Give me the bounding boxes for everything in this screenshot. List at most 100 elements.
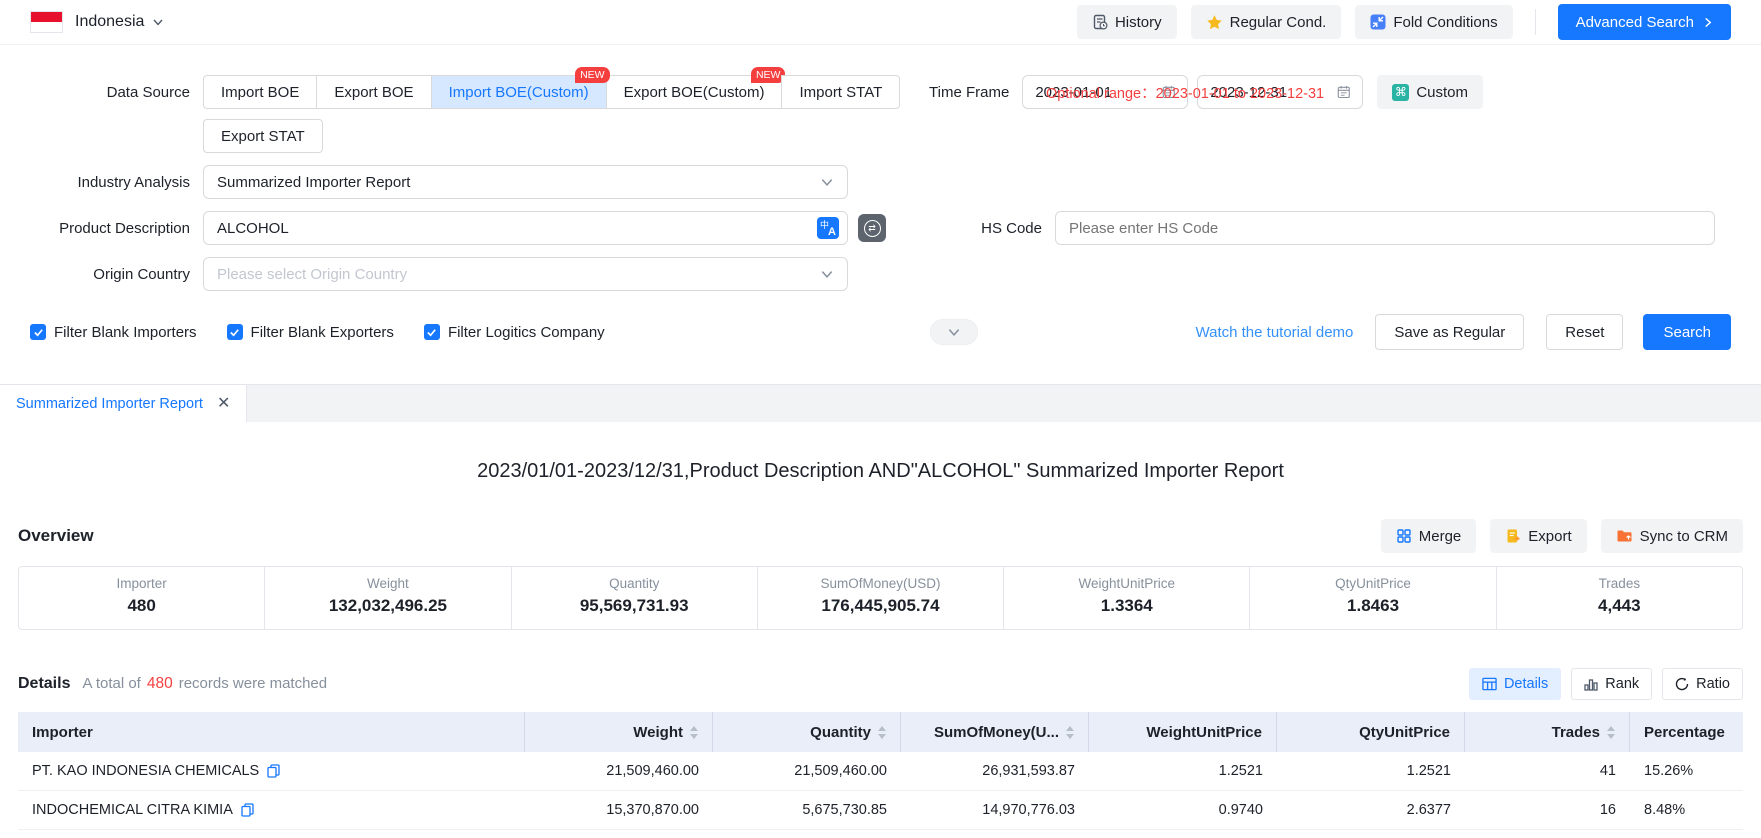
collapse-form-button[interactable] (930, 319, 978, 345)
sum-of-money-cell: 14,970,776.03 (901, 791, 1089, 829)
qty-unit-price-cell: 1.2521 (1277, 752, 1465, 790)
hs-code-label: HS Code (981, 220, 1042, 237)
stat-sum-of-money: SumOfMoney(USD)176,445,905.74 (757, 567, 1003, 629)
importer-name: PT. KAO INDONESIA CHEMICALS (32, 763, 259, 779)
percentage-cell: 15.26% (1630, 752, 1743, 790)
stat-quantity: Quantity95,569,731.93 (511, 567, 757, 629)
industry-analysis-select[interactable]: Summarized Importer Report (203, 165, 848, 199)
col-quantity[interactable]: Quantity (713, 712, 901, 752)
data-source-import-boe[interactable]: Import BOE (203, 75, 317, 109)
details-heading: Details (18, 675, 70, 693)
details-table: Importer Weight Quantity SumOfMoney(U...… (18, 712, 1743, 830)
trades-cell: 16 (1465, 791, 1630, 829)
table-row: PT. KAO INDONESIA CHEMICALS 21,509,460.0… (18, 752, 1743, 791)
search-button[interactable]: Search (1643, 314, 1731, 350)
logic-switch-button[interactable]: ⇄ (858, 214, 886, 242)
report-title: 2023/01/01-2023/12/31,Product Descriptio… (0, 460, 1761, 483)
filter-blank-exporters-checkbox[interactable]: Filter Blank Exporters (227, 324, 394, 341)
close-tab-icon[interactable]: ✕ (217, 396, 230, 412)
record-count: 480 (147, 675, 173, 692)
calendar-icon (1337, 84, 1351, 100)
custom-timeframe-button[interactable]: ⌘ Custom (1377, 75, 1483, 109)
ratio-icon (1675, 677, 1689, 691)
copy-icon[interactable] (241, 803, 254, 817)
view-details-button[interactable]: Details (1469, 668, 1561, 700)
export-button[interactable]: Export (1490, 519, 1586, 553)
data-source-export-stat[interactable]: Export STAT (203, 119, 323, 153)
col-weight[interactable]: Weight (525, 712, 713, 752)
custom-icon: ⌘ (1392, 84, 1409, 101)
copy-icon[interactable] (267, 764, 280, 778)
folder-sync-icon (1616, 528, 1633, 544)
checkbox-checked-icon (424, 324, 440, 340)
records-matched-note: A total of480records were matched (82, 675, 327, 693)
sort-icon (690, 726, 698, 739)
col-importer: Importer (18, 712, 525, 752)
table-row: INDOCHEMICAL CITRA KIMIA 15,370,870.00 5… (18, 791, 1743, 830)
col-sum-of-money[interactable]: SumOfMoney(U... (901, 712, 1089, 752)
table-header-row: Importer Weight Quantity SumOfMoney(U...… (18, 712, 1743, 752)
weight-cell: 21,509,460.00 (525, 752, 713, 790)
stat-weight-unit-price: WeightUnitPrice1.3364 (1003, 567, 1249, 629)
chevron-down-icon[interactable] (152, 16, 164, 28)
filter-logitics-company-checkbox[interactable]: Filter Logitics Company (424, 324, 605, 341)
origin-country-select[interactable]: Please select Origin Country (203, 257, 848, 291)
view-ratio-button[interactable]: Ratio (1662, 668, 1743, 700)
stat-importer: Importer480 (19, 567, 264, 629)
hs-code-input[interactable] (1069, 220, 1706, 237)
regular-cond-label: Regular Cond. (1230, 14, 1327, 31)
reset-button[interactable]: Reset (1546, 314, 1623, 350)
data-source-group: Import BOE Export BOE Import BOE(Custom)… (203, 75, 900, 109)
sort-icon (1066, 726, 1074, 739)
importer-name: INDOCHEMICAL CITRA KIMIA (32, 802, 233, 818)
stat-trades: Trades4,443 (1496, 567, 1742, 629)
data-source-export-boe-custom[interactable]: Export BOE(Custom)NEW (606, 75, 783, 109)
sync-to-crm-button[interactable]: Sync to CRM (1601, 519, 1743, 553)
qty-unit-price-cell: 2.6377 (1277, 791, 1465, 829)
data-source-import-boe-custom[interactable]: Import BOE(Custom)NEW (431, 75, 607, 109)
tutorial-demo-link[interactable]: Watch the tutorial demo (1196, 324, 1354, 341)
data-source-export-boe[interactable]: Export BOE (316, 75, 431, 109)
product-description-field[interactable]: 中A (203, 211, 848, 245)
sum-of-money-cell: 26,931,593.87 (901, 752, 1089, 790)
history-label: History (1115, 14, 1162, 31)
new-badge: NEW (575, 67, 610, 83)
percentage-cell: 8.48% (1630, 791, 1743, 829)
quantity-cell: 5,675,730.85 (713, 791, 901, 829)
weight-unit-price-cell: 0.9740 (1089, 791, 1277, 829)
importer-cell: INDOCHEMICAL CITRA KIMIA (18, 791, 525, 829)
divider (1535, 9, 1536, 35)
weight-cell: 15,370,870.00 (525, 791, 713, 829)
product-description-input[interactable] (217, 220, 817, 237)
advanced-search-button[interactable]: Advanced Search (1558, 4, 1731, 40)
col-weight-unit-price: WeightUnitPrice (1089, 712, 1277, 752)
fold-conditions-button[interactable]: Fold Conditions (1355, 5, 1512, 39)
hs-code-field[interactable] (1055, 211, 1715, 245)
col-percentage: Percentage (1630, 712, 1743, 752)
col-trades[interactable]: Trades (1465, 712, 1630, 752)
product-description-label: Product Description (30, 220, 190, 237)
table-icon (1482, 677, 1497, 691)
col-qty-unit-price: QtyUnitPrice (1277, 712, 1465, 752)
history-button[interactable]: History (1077, 5, 1177, 39)
advanced-search-label: Advanced Search (1576, 14, 1694, 31)
sort-icon (1607, 726, 1615, 739)
data-source-import-stat[interactable]: Import STAT (781, 75, 900, 109)
regular-cond-button[interactable]: Regular Cond. (1191, 5, 1342, 39)
data-source-label: Data Source (30, 84, 190, 101)
merge-button[interactable]: Merge (1381, 519, 1477, 553)
tab-summarized-importer-report[interactable]: Summarized Importer Report ✕ (0, 385, 247, 422)
filter-blank-importers-checkbox[interactable]: Filter Blank Importers (30, 324, 197, 341)
translate-icon[interactable]: 中A (817, 217, 839, 239)
country-selector-label[interactable]: Indonesia (75, 13, 144, 31)
fold-conditions-label: Fold Conditions (1393, 14, 1497, 31)
save-as-regular-button[interactable]: Save as Regular (1375, 314, 1524, 350)
star-icon (1206, 14, 1223, 31)
origin-country-label: Origin Country (30, 266, 190, 283)
overview-heading: Overview (18, 526, 94, 546)
topbar: Indonesia History Regular Cond. Fold Con… (0, 0, 1761, 45)
export-icon (1505, 528, 1521, 544)
chevron-down-icon (820, 175, 834, 189)
stat-qty-unit-price: QtyUnitPrice1.8463 (1249, 567, 1495, 629)
view-rank-button[interactable]: Rank (1571, 668, 1652, 700)
